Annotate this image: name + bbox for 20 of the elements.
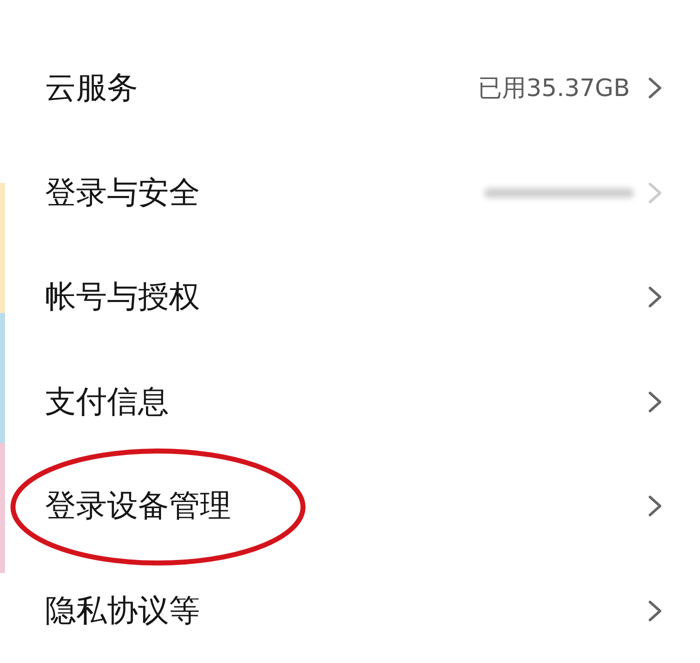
chevron-right-icon [648, 286, 662, 308]
chevron-right-icon [648, 77, 662, 100]
chevron-right-icon [648, 600, 662, 622]
setting-label: 登录设备管理 [45, 487, 232, 526]
setting-label: 帐号与授权 [45, 278, 201, 318]
settings-row[interactable]: 云服务 已用35.37GB [5, 36, 700, 140]
settings-row[interactable]: 支付信息 [5, 350, 700, 454]
setting-label: 云服务 [45, 69, 139, 108]
settings-row[interactable]: 隐私协议等 [5, 558, 700, 663]
chevron-right-icon [648, 182, 662, 204]
setting-label: 登录与安全 [45, 174, 201, 213]
settings-row[interactable]: 登录设备管理 [5, 454, 700, 558]
setting-label: 支付信息 [45, 382, 170, 422]
setting-value: 已用35.37GB [478, 73, 630, 104]
setting-label: 隐私协议等 [45, 592, 201, 631]
chevron-right-icon [648, 390, 662, 413]
settings-row[interactable]: 登录与安全 [5, 140, 700, 245]
settings-row[interactable]: 帐号与授权 [5, 245, 700, 350]
chevron-right-icon [648, 495, 662, 518]
blurred-value-icon [484, 186, 634, 200]
